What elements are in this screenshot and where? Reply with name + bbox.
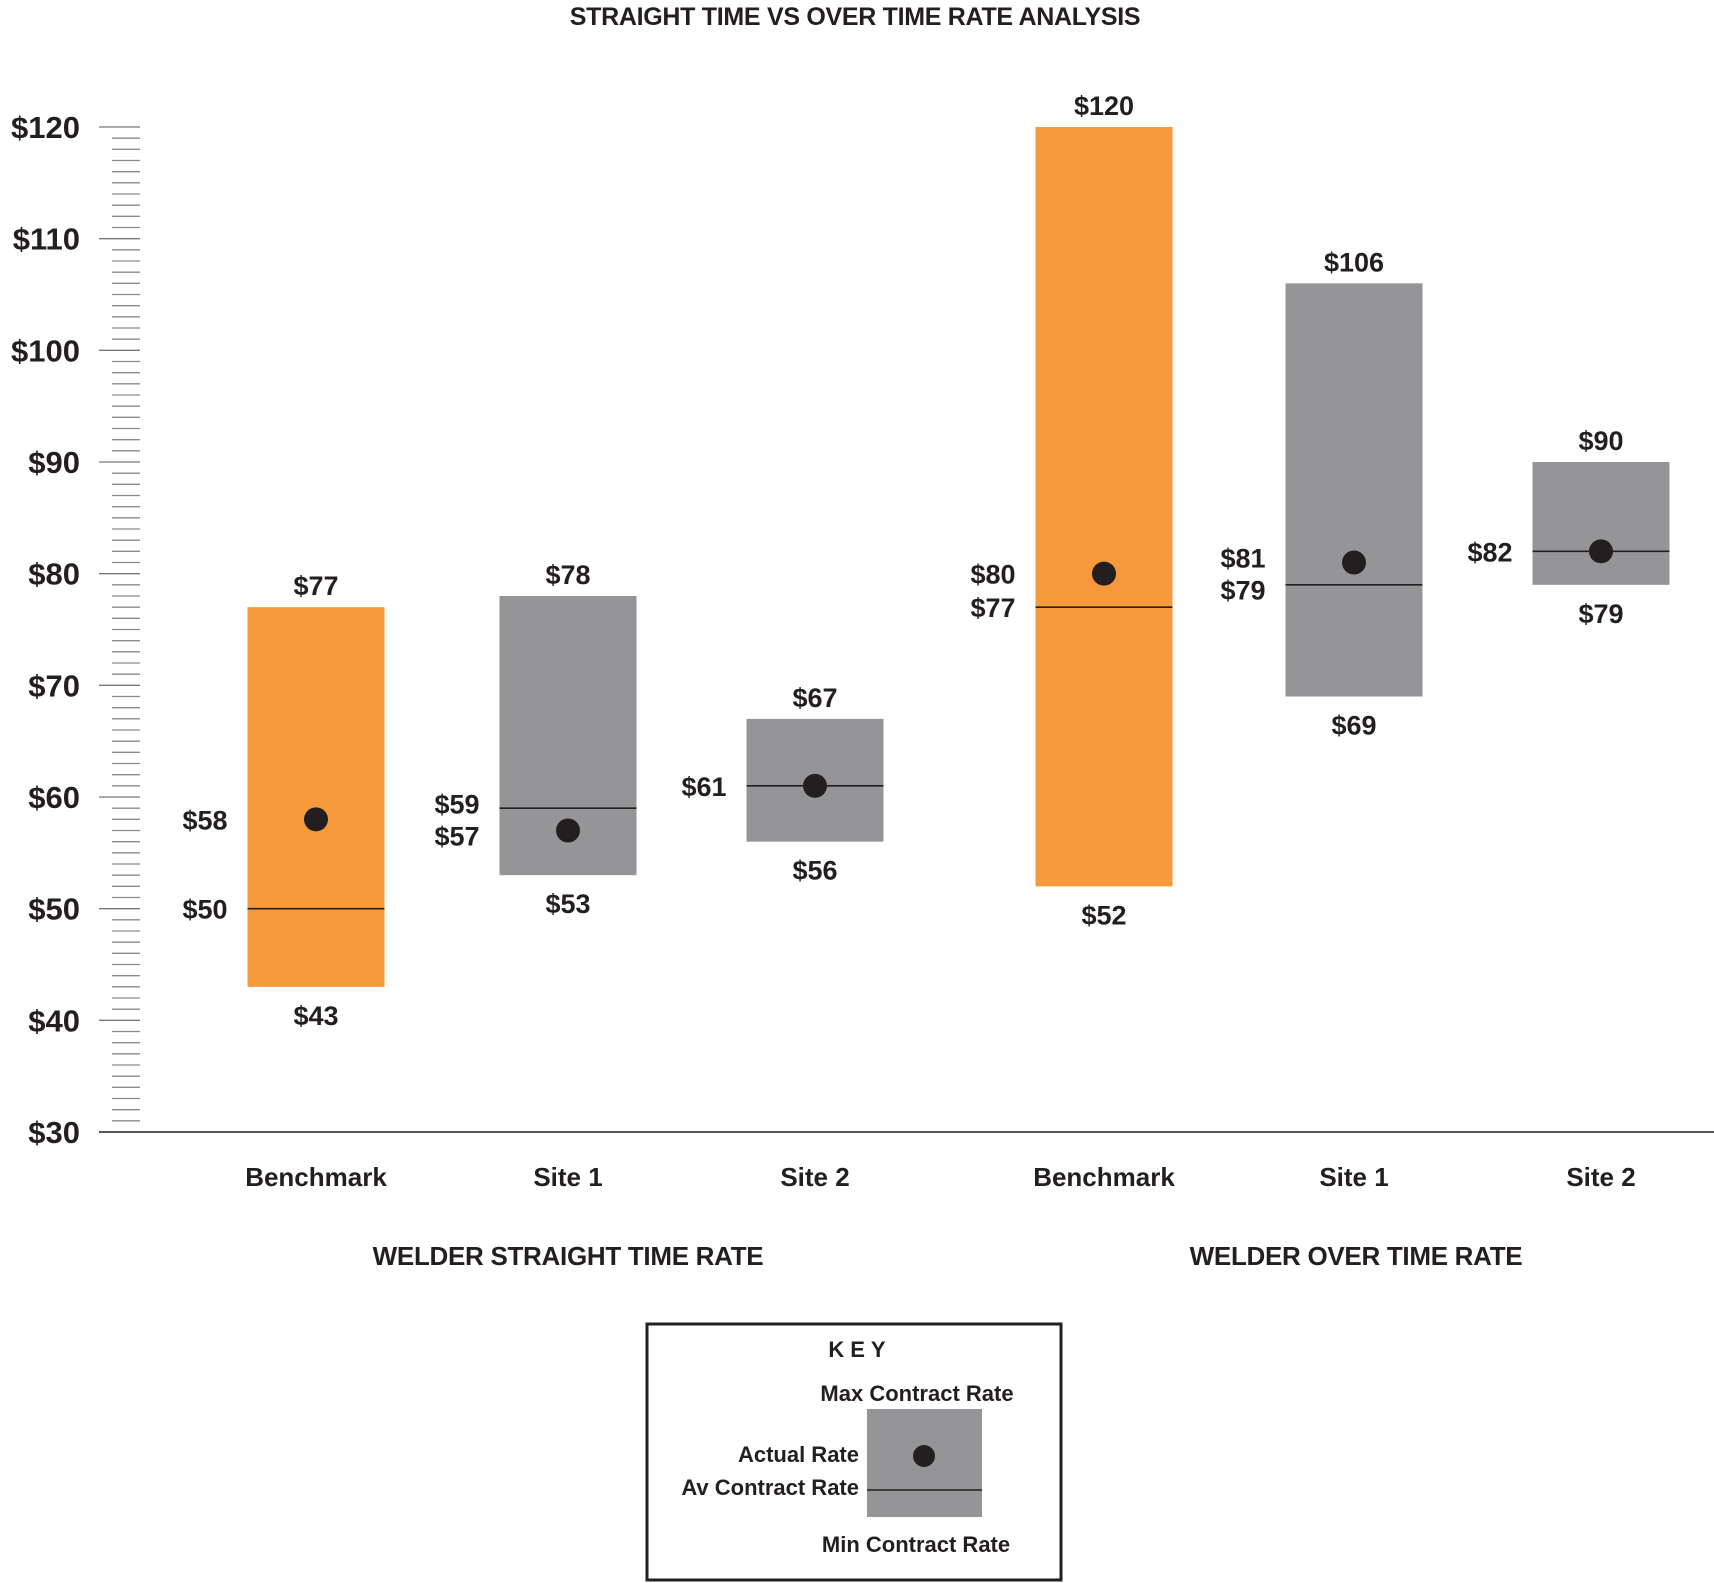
actual-avg-value-label: $82	[1467, 537, 1512, 567]
y-tick-label: $30	[28, 1115, 80, 1150]
y-tick-label: $100	[11, 333, 80, 368]
range-rect	[1532, 462, 1670, 585]
max-value-label: $78	[545, 560, 590, 590]
category-label: Site 1	[1319, 1162, 1388, 1192]
category-labels: Benchmark Site 1 Site 2 Benchmark Site 1 Site…	[245, 1162, 1636, 1192]
min-value-label: $56	[792, 856, 837, 886]
actual-avg-value-label: $61	[681, 772, 726, 802]
category-label: Site 2	[780, 1162, 849, 1192]
actual-rate-marker	[1589, 539, 1613, 564]
y-tick-label: $50	[28, 892, 80, 927]
key-actual-label: Actual Rate	[738, 1442, 859, 1467]
max-value-label: $77	[293, 571, 338, 601]
max-value-label: $90	[1578, 426, 1623, 456]
range-rect	[247, 607, 385, 987]
range-rect	[1285, 283, 1423, 697]
category-label: Site 1	[533, 1162, 602, 1192]
actual-value-label: $80	[970, 560, 1015, 590]
range-bar-straight-site-1: $78 $53 $57$59	[434, 560, 637, 919]
actual-value-label: $58	[182, 805, 227, 835]
key-max-label: Max Contract Rate	[820, 1381, 1013, 1406]
min-value-label: $52	[1081, 900, 1126, 930]
max-value-label: $67	[792, 683, 837, 713]
y-tick-label: $60	[28, 780, 80, 815]
chart-title: STRAIGHT TIME VS OVER TIME RATE ANALYSIS	[570, 3, 1140, 31]
avg-value-label: $77	[970, 593, 1015, 623]
range-bars: $77 $43 $58 $50 $78 $53 $57$59 $67 $56 $61 $120 $52…	[182, 91, 1670, 1031]
actual-rate-marker	[304, 807, 328, 832]
y-tick-label: $110	[13, 222, 80, 257]
max-value-label: $106	[1324, 247, 1384, 277]
y-tick-label: $80	[28, 557, 80, 592]
range-bar-overtime-site-1: $106 $69 $81$79	[1220, 247, 1423, 741]
max-value-label: $120	[1074, 91, 1134, 121]
range-chart: STRAIGHT TIME VS OVER TIME RATE ANALYSIS…	[11, 3, 1714, 1582]
range-bar-straight-site-2: $67 $56 $61	[681, 683, 884, 886]
key-actual-marker	[913, 1445, 935, 1467]
y-tick-label: $90	[28, 445, 80, 480]
avg-value-label: $50	[182, 895, 227, 925]
key-avg-label: Av Contract Rate	[681, 1475, 859, 1500]
key-min-label: Min Contract Rate	[822, 1532, 1010, 1557]
category-label: Benchmark	[1033, 1162, 1175, 1192]
min-value-label: $79	[1578, 599, 1623, 629]
group-label-over-time: WELDER OVER TIME RATE	[1190, 1241, 1523, 1271]
y-tick-label: $70	[28, 668, 80, 703]
key-title: KEY	[828, 1337, 891, 1362]
category-label: Benchmark	[245, 1162, 387, 1192]
min-value-label: $43	[293, 1001, 338, 1031]
category-label: Site 2	[1566, 1162, 1635, 1192]
avg-value-label: $59	[434, 789, 479, 819]
range-bar-overtime-site-2: $90 $79 $82	[1467, 426, 1670, 629]
group-label-straight-time: WELDER STRAIGHT TIME RATE	[373, 1241, 764, 1271]
actual-rate-marker	[803, 773, 827, 798]
y-tick-label: $40	[28, 1003, 80, 1038]
y-tick-label: $120	[11, 110, 80, 145]
range-rect	[1035, 127, 1173, 887]
min-value-label: $69	[1331, 711, 1376, 741]
y-axis: $30 $40 $50 $60 $70 $80 $90 $100 $110 $120	[11, 110, 140, 1150]
min-value-label: $53	[545, 889, 590, 919]
avg-value-label: $79	[1220, 576, 1265, 606]
actual-value-label: $57	[434, 821, 479, 851]
actual-rate-marker	[556, 818, 580, 843]
legend-key: KEY Max Contract Rate Actual Rate Av Con…	[645, 1322, 1063, 1582]
actual-rate-marker	[1092, 561, 1116, 586]
range-bar-overtime-benchmark: $120 $52 $80$77	[970, 91, 1173, 930]
range-bar-straight-benchmark: $77 $43 $58 $50	[182, 571, 385, 1031]
actual-value-label: $81	[1220, 544, 1265, 574]
actual-rate-marker	[1342, 550, 1366, 575]
